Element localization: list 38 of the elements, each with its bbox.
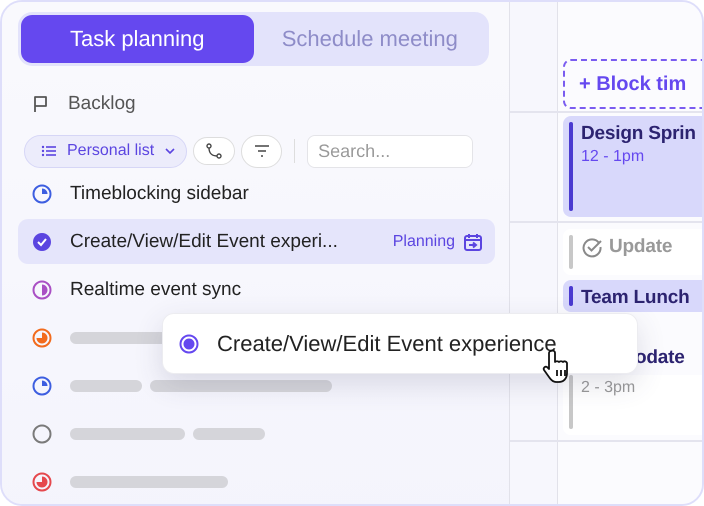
task-title[interactable]: Realtime event sync [70, 278, 242, 300]
caret-icon [164, 147, 176, 155]
list-dropdown[interactable]: Personal list [24, 134, 188, 168]
block-time-button[interactable]: + Block tim [563, 59, 702, 109]
filter-button[interactable] [241, 134, 282, 168]
event-time: 12 - 1pm [581, 148, 646, 166]
list-icon [41, 145, 57, 157]
route-icon [205, 142, 224, 160]
filter-icon [252, 144, 271, 158]
calendar-event[interactable]: Design Sprin 12 - 1pm [563, 116, 702, 217]
status-icon[interactable] [32, 472, 52, 492]
selected-task-row[interactable]: Create/View/Edit Event experi... Planning [18, 219, 495, 264]
status-icon[interactable] [32, 424, 52, 444]
status-icon [179, 334, 199, 354]
event-time: 2 - 3pm [581, 379, 636, 397]
check-icon [581, 236, 603, 258]
status-icon[interactable] [32, 184, 52, 204]
event-title: Team Lunch [581, 287, 690, 309]
event-title: Update [609, 236, 672, 258]
backlog-label[interactable]: Backlog [68, 93, 136, 115]
status-icon[interactable] [32, 376, 52, 396]
dragged-task-tooltip[interactable]: Create/View/Edit Event experience [162, 313, 638, 374]
task-title[interactable]: Create/View/Edit Event experi... [70, 230, 338, 252]
calendar-icon[interactable] [463, 232, 483, 252]
status-icon[interactable] [32, 328, 52, 348]
event-title: Design Sprin [581, 123, 696, 145]
text-placeholder [70, 380, 142, 392]
event-title: odate [635, 347, 685, 369]
status-icon[interactable] [32, 232, 52, 252]
task-title[interactable]: Timeblocking sidebar [70, 182, 249, 204]
tab[interactable]: Task planning [21, 15, 254, 63]
tag-label: Planning [392, 232, 455, 250]
status-icon[interactable] [32, 280, 52, 300]
search-field[interactable]: Search... [307, 134, 474, 168]
flag-icon [32, 95, 50, 113]
calendar-event[interactable]: Team Lunch [563, 280, 702, 312]
task-title: Create/View/Edit Event experience [217, 330, 557, 356]
route-button[interactable] [193, 137, 236, 165]
